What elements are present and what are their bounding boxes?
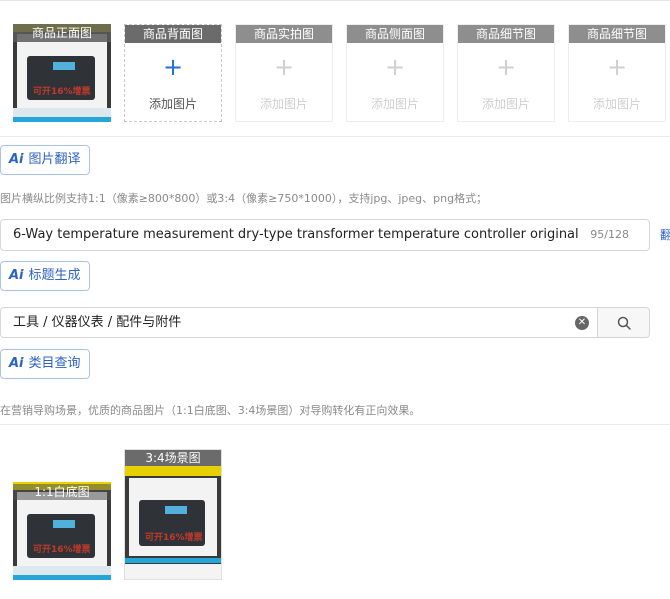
add-image-label: 添加图片 [370, 97, 419, 111]
plus-icon: + [606, 53, 628, 81]
slot-caption: 商品细节图 [569, 25, 665, 43]
image-slot-back[interactable]: 商品背面图 + 添加图片 [124, 24, 222, 122]
title-char-count: 95/128 [590, 228, 629, 241]
category-input-value: 工具 / 仪器仪表 / 配件与附件 [13, 315, 182, 330]
image-ratio-badge: 3:4场景图 [125, 450, 221, 466]
image-slot-front[interactable]: 可开16%增票 商品正面图 [13, 24, 111, 122]
title-input-value: 6-Way temperature measurement dry-type t… [13, 227, 579, 242]
category-search-button[interactable] [597, 307, 650, 338]
ai-icon: Ai [9, 152, 24, 167]
section-divider [0, 424, 670, 425]
ai-icon: Ai [9, 268, 24, 283]
image-slot-detail-1[interactable]: 商品细节图 + 添加图片 [457, 24, 555, 122]
image-white-bg-1x1[interactable]: 可开16%增票 1:1白底图 [13, 482, 111, 580]
slot-caption: 商品正面图 [13, 24, 111, 42]
slot-caption: 商品实拍图 [236, 25, 332, 43]
ai-icon: Ai [9, 356, 24, 371]
top-divider [0, 0, 670, 1]
scene-product-photo: 可开16%增票 [125, 466, 221, 579]
image-slot-detail-2[interactable]: 商品细节图 + 添加图片 [568, 24, 666, 122]
add-image-label: 添加图片 [592, 97, 641, 111]
ai-image-translate-label: 图片翻译 [28, 152, 81, 167]
add-image-label: 添加图片 [148, 97, 197, 111]
ai-category-query-button[interactable]: Ai 类目查询 [0, 349, 90, 379]
ai-title-generate-button[interactable]: Ai 标题生成 [0, 261, 90, 291]
image-format-hint: 图片横纵比例支持1:1（像素≥800*800）或3:4（像素≥750*1000）… [0, 192, 488, 205]
plus-icon: + [273, 53, 295, 81]
plus-icon: + [384, 53, 406, 81]
ai-title-generate-label: 标题生成 [28, 268, 81, 283]
photo-overlay-text: 可开16%增票 [33, 87, 91, 97]
plus-icon: + [162, 53, 184, 81]
image-ratio-badge: 1:1白底图 [13, 484, 111, 500]
image-slot-real[interactable]: 商品实拍图 + 添加图片 [235, 24, 333, 122]
category-input[interactable]: 工具 / 仪器仪表 / 配件与附件 ✕ [0, 307, 598, 338]
photo-overlay-text: 可开16%增票 [33, 545, 91, 555]
add-image-label: 添加图片 [259, 97, 308, 111]
image-slot-side[interactable]: 商品侧面图 + 添加图片 [346, 24, 444, 122]
plus-icon: + [495, 53, 517, 81]
ai-image-translate-button[interactable]: Ai 图片翻译 [0, 145, 90, 175]
slot-caption: 商品背面图 [125, 25, 221, 43]
slot-caption: 商品侧面图 [347, 25, 443, 43]
section-divider [0, 136, 670, 137]
slot-caption: 商品细节图 [458, 25, 554, 43]
image-scene-3x4[interactable]: 可开16%增票 3:4场景图 [124, 449, 222, 580]
marketing-hint: 在营销导购场景，优质的商品图片（1:1白底图、3:4场景图）对导购转化有正向效果… [0, 404, 421, 417]
clear-icon[interactable]: ✕ [575, 316, 589, 330]
title-input[interactable]: 6-Way temperature measurement dry-type t… [0, 219, 650, 251]
photo-overlay-text: 可开16%增票 [145, 533, 203, 543]
translate-link[interactable]: 翻 [660, 226, 670, 243]
add-image-label: 添加图片 [481, 97, 530, 111]
search-icon [617, 316, 631, 330]
ai-category-query-label: 类目查询 [28, 356, 81, 371]
